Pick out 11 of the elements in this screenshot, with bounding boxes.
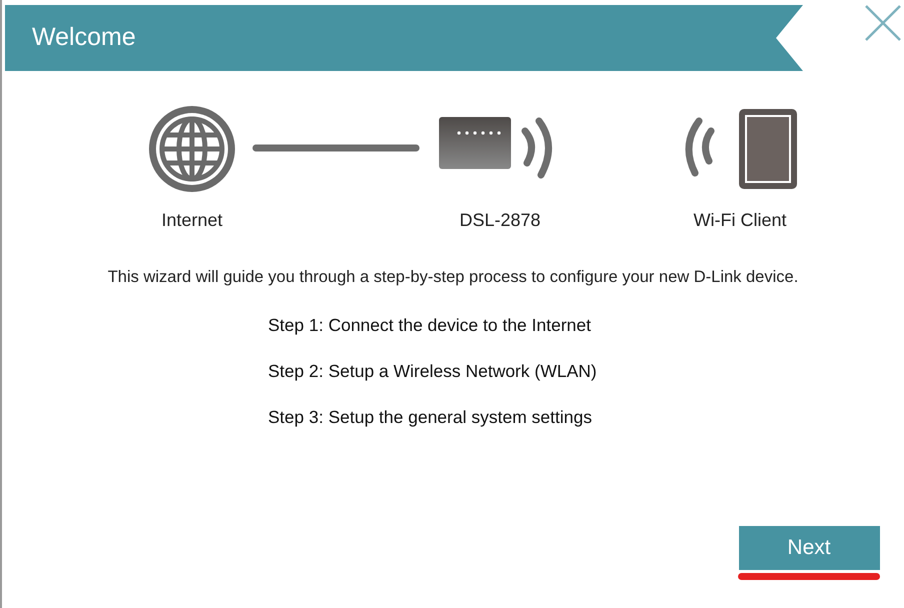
device-label: DSL-2878 xyxy=(459,209,541,232)
globe-icon xyxy=(146,103,238,195)
step-text: Step 1: Connect the device to the Internet xyxy=(268,314,592,337)
description-text: This wizard will guide you through a step-by-step process to configure your new D-Link device. xyxy=(106,267,800,288)
next-button[interactable]: Next xyxy=(738,526,880,570)
step-text: Step 2: Setup a Wireless Network (WLAN) xyxy=(268,360,598,383)
step-text: Step 3: Setup the general system settings xyxy=(268,406,593,430)
close-icon[interactable] xyxy=(864,4,902,42)
device-label: Internet xyxy=(161,209,223,232)
device-label: Wi-Fi Client xyxy=(694,209,786,232)
header-title: Welcome xyxy=(5,5,803,71)
